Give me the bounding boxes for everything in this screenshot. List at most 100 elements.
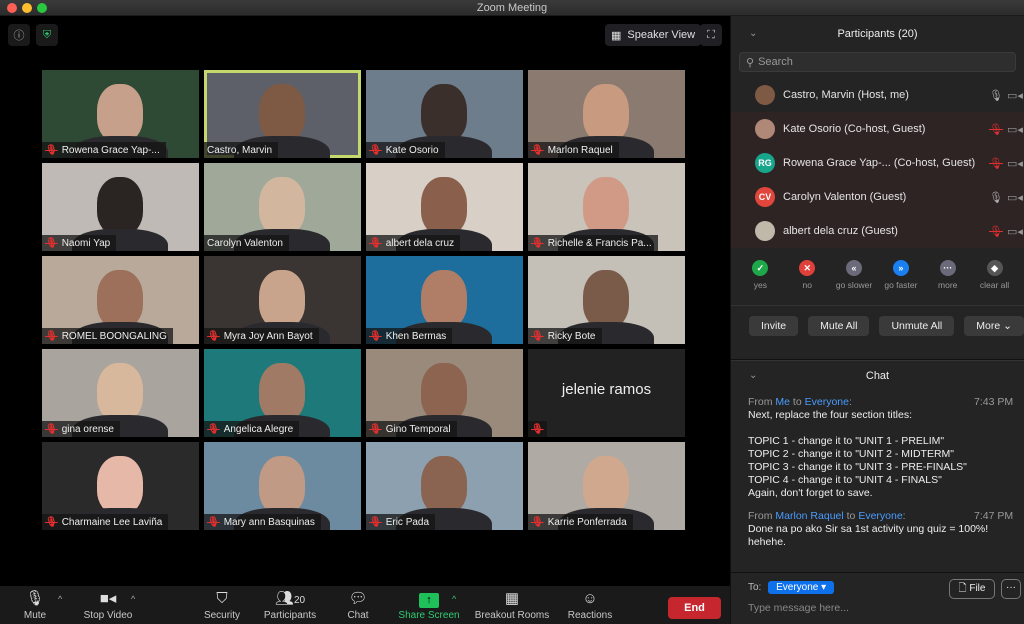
avatar: CV — [755, 187, 775, 207]
window-title: Zoom Meeting — [476, 2, 548, 14]
reaction-clear-all-button[interactable]: ◆ clear all — [972, 260, 1018, 305]
participant-video — [259, 84, 305, 142]
reaction-icon: » — [892, 260, 909, 276]
collapse-participants-chevron-icon[interactable]: ⌄ — [749, 16, 757, 52]
end-meeting-button[interactable]: End — [668, 597, 721, 619]
security-button[interactable]: ⛉ Security — [202, 590, 242, 621]
chat-bubble-icon: 💬︎ — [348, 590, 368, 607]
participants-button[interactable]: 👥︎20 Participants — [262, 590, 318, 621]
video-camera-icon[interactable]: ▭◂ — [1007, 123, 1023, 136]
reaction-yes-button[interactable]: ✓ yes — [737, 260, 783, 305]
recipient-name[interactable]: Everyone — [858, 510, 902, 522]
participant-name: Richelle & Francis Pa... — [547, 237, 652, 249]
nonverbal-feedback-bar: ✓ yes ✕ no « go slower » go faster ··· more ◆ clear… — [731, 248, 1024, 306]
chat-button[interactable]: 💬︎ Chat — [342, 590, 374, 621]
video-camera-icon[interactable]: ▭◂ — [1007, 225, 1023, 238]
video-tile[interactable]: 🎙︎ Eric Pada — [366, 442, 523, 530]
file-icon: 🗋︎ — [958, 583, 967, 594]
sender-name[interactable]: Marlon Raquel — [775, 510, 843, 522]
video-options-caret[interactable]: ^ — [131, 594, 135, 604]
participant-row[interactable]: CV Carolyn Valenton (Guest) 🎙︎ ▭◂ — [731, 180, 1024, 214]
mute-button[interactable]: 🎙︎ Mute — [18, 590, 52, 621]
participant-video — [259, 363, 305, 421]
recipient-name[interactable]: Everyone — [805, 396, 849, 408]
breakout-rooms-button[interactable]: ▦ Breakout Rooms — [474, 590, 550, 621]
reaction-go-faster-button[interactable]: » go faster — [878, 260, 924, 305]
video-tile[interactable]: 🎙︎ Angelica Alegre — [204, 349, 361, 437]
video-tile[interactable]: 🎙︎ Gino Temporal — [366, 349, 523, 437]
collapse-chat-chevron-icon[interactable]: ⌄ — [749, 361, 757, 391]
participant-name: Rowena Grace Yap-... — [61, 144, 160, 156]
video-tile[interactable]: 🎙︎ albert dela cruz — [366, 163, 523, 251]
more-options-button[interactable]: More ⌄ — [964, 316, 1024, 336]
video-tile[interactable]: Carolyn Valenton — [204, 163, 361, 251]
chat-recipient-dropdown[interactable]: Everyone ▾ — [768, 581, 835, 594]
close-window-button[interactable] — [7, 3, 17, 13]
microphone-icon: 🎙︎ — [25, 590, 45, 607]
video-tile[interactable]: Castro, Marvin — [204, 70, 361, 158]
participant-list: Castro, Marvin (Host, me) 🎙︎ ▭◂ Kate Osorio… — [731, 78, 1024, 248]
video-tile[interactable]: 🎙︎ Naomi Yap — [42, 163, 199, 251]
mute-all-button[interactable]: Mute All — [808, 316, 870, 336]
participant-search-input[interactable]: ⚲ Search — [739, 52, 1016, 72]
participant-name: Kate Osorio (Co-host, Guest) — [783, 123, 926, 135]
invite-button[interactable]: Invite — [749, 316, 799, 336]
chat-message-input[interactable]: Type message here... — [748, 602, 1024, 614]
participant-video — [259, 270, 305, 328]
send-file-button[interactable]: 🗋︎ File — [949, 579, 995, 599]
microphone-icon[interactable]: 🎙︎ — [989, 191, 1003, 204]
fullscreen-button[interactable]: ⛶ — [700, 24, 722, 46]
reaction-label: clear all — [979, 280, 1010, 290]
unmute-all-button[interactable]: Unmute All — [879, 316, 955, 336]
video-tile[interactable]: 🎙︎ Karrie Ponferrada — [528, 442, 685, 530]
message-time: 7:47 PM — [974, 510, 1014, 522]
reaction-more-button[interactable]: ··· more — [925, 260, 971, 305]
muted-mic-icon[interactable]: 🎙︎ — [989, 225, 1003, 238]
video-camera-icon[interactable]: ▭◂ — [1007, 89, 1023, 102]
participant-name: Kate Osorio — [385, 144, 439, 156]
reaction-no-button[interactable]: ✕ no — [784, 260, 830, 305]
participant-name: Naomi Yap — [61, 237, 111, 249]
muted-mic-icon[interactable]: 🎙︎ — [989, 157, 1003, 170]
video-tile[interactable]: 🎙︎ Kate Osorio — [366, 70, 523, 158]
maximize-window-button[interactable] — [37, 3, 47, 13]
stop-video-button[interactable]: ■◂ Stop Video — [78, 590, 138, 621]
video-tile[interactable]: 🎙︎ Marlon Raquel — [528, 70, 685, 158]
video-tile[interactable]: 🎙︎ Richelle & Francis Pa... — [528, 163, 685, 251]
share-options-caret[interactable]: ^ — [452, 594, 456, 604]
chat-more-button[interactable]: ··· — [1001, 579, 1021, 599]
minimize-window-button[interactable] — [22, 3, 32, 13]
reaction-label: no — [802, 280, 812, 290]
video-tile[interactable]: 🎙︎ ROMEL BOONGALING — [42, 256, 199, 344]
video-tile[interactable]: 🎙︎ Myra Joy Ann Bayot — [204, 256, 361, 344]
participant-row[interactable]: Castro, Marvin (Host, me) 🎙︎ ▭◂ — [731, 78, 1024, 112]
video-tile[interactable]: 🎙︎ Mary ann Basquinas — [204, 442, 361, 530]
video-tile[interactable]: 🎙︎ gina orense — [42, 349, 199, 437]
video-camera-icon[interactable]: ▭◂ — [1007, 191, 1023, 204]
video-tile[interactable]: jelenie ramos 🎙︎ — [528, 349, 685, 437]
muted-mic-icon: 🎙︎ — [531, 330, 544, 342]
reactions-button[interactable]: ☺︎ Reactions — [566, 590, 614, 621]
participant-row[interactable]: Kate Osorio (Co-host, Guest) 🎙︎ ▭◂ — [731, 112, 1024, 146]
meeting-info-icon[interactable]: ⓘ — [8, 24, 30, 46]
muted-mic-icon[interactable]: 🎙︎ — [989, 123, 1003, 136]
video-tile[interactable]: 🎙︎ Khen Bermas — [366, 256, 523, 344]
colon: : — [848, 396, 852, 408]
microphone-icon[interactable]: 🎙︎ — [989, 89, 1003, 102]
participant-video — [583, 456, 629, 514]
sender-name[interactable]: Me — [775, 396, 790, 408]
video-tile[interactable]: 🎙︎ Ricky Bote — [528, 256, 685, 344]
video-camera-icon[interactable]: ▭◂ — [1007, 157, 1023, 170]
video-tile[interactable]: 🎙︎ Rowena Grace Yap-... — [42, 70, 199, 158]
participant-row[interactable]: RG Rowena Grace Yap-... (Co-host, Guest) 🎙… — [731, 146, 1024, 180]
no-video-name: jelenie ramos — [561, 381, 652, 398]
participant-name: albert dela cruz (Guest) — [783, 225, 898, 237]
reaction-go-slower-button[interactable]: « go slower — [831, 260, 877, 305]
audio-options-caret[interactable]: ^ — [58, 594, 62, 604]
participant-video — [97, 84, 143, 142]
participant-row[interactable]: albert dela cruz (Guest) 🎙︎ ▭◂ — [731, 214, 1024, 248]
video-tile[interactable]: 🎙︎ Charmaine Lee Laviña — [42, 442, 199, 530]
speaker-view-button[interactable]: ▦ Speaker View — [605, 24, 702, 46]
tile-name-label: 🎙︎ Eric Pada — [366, 514, 436, 530]
encryption-shield-icon[interactable]: ⛨ — [36, 24, 58, 46]
